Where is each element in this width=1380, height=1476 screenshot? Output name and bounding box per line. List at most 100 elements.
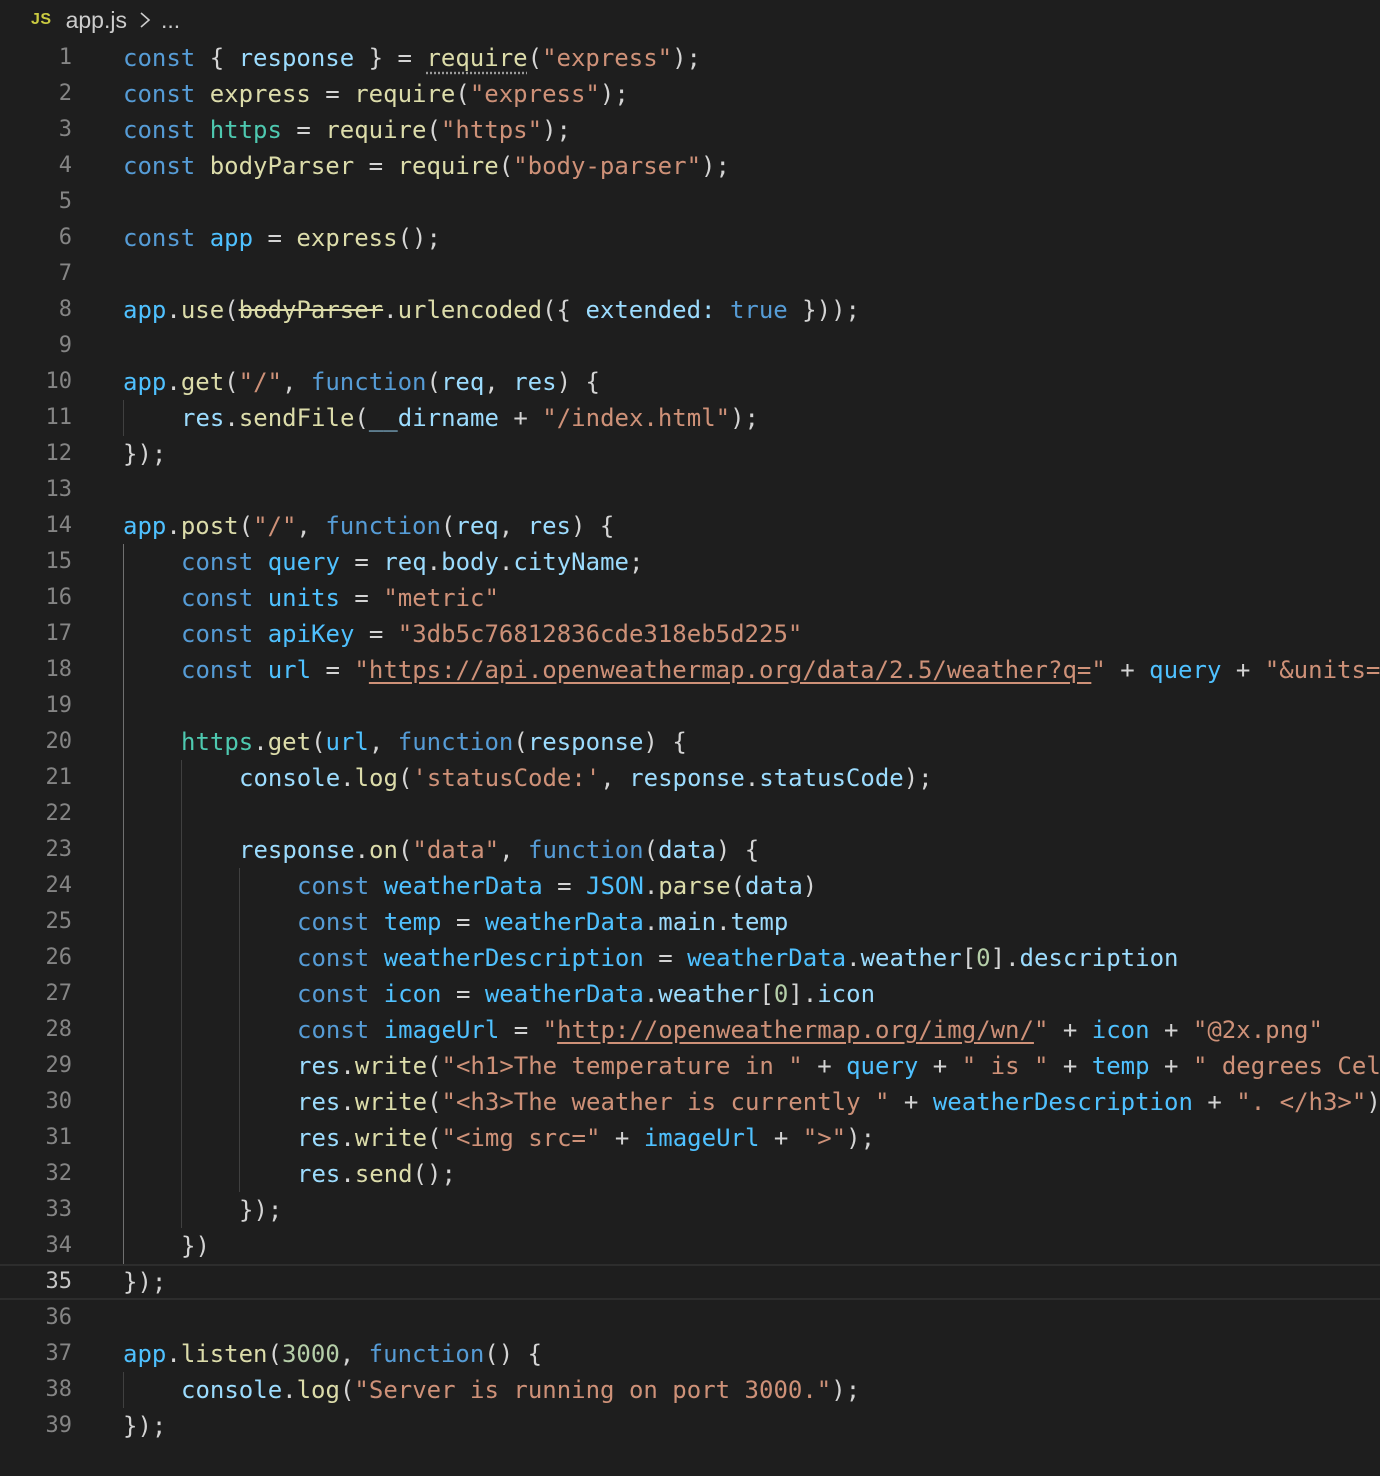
code-line[interactable]: 19 xyxy=(0,688,1380,724)
code-line[interactable]: 22 xyxy=(0,796,1380,832)
code-line[interactable]: 20 https.get(url, function(response) { xyxy=(0,724,1380,760)
code-token: units xyxy=(267,584,340,612)
line-number: 31 xyxy=(45,1125,73,1150)
code-content: const bodyParser = require("body-parser"… xyxy=(123,148,730,184)
code-token: . xyxy=(643,980,659,1008)
code-line[interactable]: 5 xyxy=(0,184,1380,220)
code-line[interactable]: 11 res.sendFile(__dirname + "/index.html"… xyxy=(0,400,1380,436)
code-line[interactable]: 14 app.post("/", function(req, res) { xyxy=(0,508,1380,544)
code-line[interactable]: 25 const temp = weatherData.main.temp xyxy=(0,904,1380,940)
code-token: , xyxy=(484,368,514,396)
code-token: query xyxy=(267,548,340,576)
code-token: "express" xyxy=(469,80,600,108)
code-token: on xyxy=(369,836,398,864)
code-line[interactable]: 16 const units = "metric" xyxy=(0,580,1380,616)
code-line[interactable]: 33}); xyxy=(0,1192,1380,1228)
code-line[interactable]: 23 response.on("data", function(data) { xyxy=(0,832,1380,868)
line-number: 28 xyxy=(45,1017,73,1042)
chevron-right-icon xyxy=(140,12,151,28)
code-line[interactable]: 2 const express = require("express"); xyxy=(0,76,1380,112)
code-line[interactable]: 15 const query = req.body.cityName; xyxy=(0,544,1380,580)
code-line[interactable]: 4 const bodyParser = require("body-parser… xyxy=(0,148,1380,184)
code-token: req xyxy=(383,548,427,576)
code-line[interactable]: 32 res.send(); xyxy=(0,1156,1380,1192)
code-line[interactable]: 30 res.write("<h3>The weather is currentl… xyxy=(0,1084,1380,1120)
code-line[interactable]: 1 const { response } = require("express")… xyxy=(0,40,1380,76)
code-token: . xyxy=(340,1052,355,1080)
code-token: . xyxy=(340,764,355,792)
code-line[interactable]: 9 xyxy=(0,328,1380,364)
indent-guide xyxy=(239,940,240,976)
indent-guide xyxy=(181,1048,182,1084)
code-token: . xyxy=(716,908,731,936)
code-line[interactable]: 35}); xyxy=(0,1264,1380,1300)
code-token: })); xyxy=(787,296,860,324)
line-number: 12 xyxy=(45,441,73,466)
code-token: const xyxy=(123,80,210,108)
breadcrumb-more[interactable]: ... xyxy=(161,7,180,34)
code-token: = xyxy=(643,944,688,972)
code-token: function xyxy=(528,836,644,864)
code-token: , xyxy=(368,728,398,756)
code-line[interactable]: 24 const weatherData = JSON.parse(data) xyxy=(0,868,1380,904)
code-line[interactable]: 27 const icon = weatherData.weather[0].ic… xyxy=(0,976,1380,1012)
indent-guide xyxy=(123,1192,124,1228)
code-content: const icon = weatherData.weather[0].icon xyxy=(297,976,875,1012)
code-line[interactable]: 26 const weatherDescription = weatherData… xyxy=(0,940,1380,976)
code-editor[interactable]: JS app.js ... 1 const { response } = requ… xyxy=(0,0,1380,1476)
code-area[interactable]: 1 const { response } = require("express")… xyxy=(0,40,1380,1444)
code-token: weatherDescription xyxy=(932,1088,1193,1116)
code-token: res xyxy=(527,512,571,540)
code-line[interactable]: 31 res.write("<img src=" + imageUrl + ">"… xyxy=(0,1120,1380,1156)
code-line[interactable]: 3 const https = require("https"); xyxy=(0,112,1380,148)
code-line[interactable]: 29 res.write("<h1>The temperature in " + … xyxy=(0,1048,1380,1084)
code-token: url xyxy=(267,656,312,684)
code-token: = xyxy=(441,980,485,1008)
code-token: = xyxy=(542,872,587,900)
code-line[interactable]: 38 console.log("Server is running on port… xyxy=(0,1372,1380,1408)
code-token: ( xyxy=(426,368,441,396)
indent-guide xyxy=(123,1012,124,1048)
code-token: { xyxy=(209,44,239,72)
code-line[interactable]: 21 console.log('statusCode:', response.st… xyxy=(0,760,1380,796)
code-token: . xyxy=(166,1340,181,1368)
code-token: "<h1>The temperature in " xyxy=(441,1052,803,1080)
line-number: 27 xyxy=(45,981,73,1006)
code-token: ) { xyxy=(715,836,760,864)
code-token: weatherData xyxy=(383,872,543,900)
code-line[interactable]: 34}) xyxy=(0,1228,1380,1264)
code-line[interactable]: 17 const apiKey = "3db5c76812836cde318eb5… xyxy=(0,616,1380,652)
code-token: weather xyxy=(658,980,760,1008)
code-line[interactable]: 28 const imageUrl = "http://openweatherma… xyxy=(0,1012,1380,1048)
code-token: response xyxy=(629,764,745,792)
code-line[interactable]: 37 app.listen(3000, function() { xyxy=(0,1336,1380,1372)
code-token: app xyxy=(123,1340,167,1368)
code-token: app xyxy=(123,296,167,324)
code-token: ) xyxy=(1366,1088,1380,1116)
code-token: . xyxy=(383,296,398,324)
indent-guide xyxy=(181,1192,182,1228)
code-line[interactable]: 18 const url = "https://api.openweatherma… xyxy=(0,652,1380,688)
line-number: 20 xyxy=(45,729,73,754)
line-number: 29 xyxy=(45,1053,73,1078)
line-number: 22 xyxy=(45,801,73,826)
indent-guide xyxy=(123,1084,124,1120)
code-line[interactable]: 12}); xyxy=(0,436,1380,472)
code-token: ( xyxy=(527,44,543,72)
code-line[interactable]: 39}); xyxy=(0,1408,1380,1444)
code-line[interactable]: 6 const app = express(); xyxy=(0,220,1380,256)
code-token: query xyxy=(1149,656,1222,684)
code-token: body xyxy=(441,548,499,576)
breadcrumb-file[interactable]: app.js xyxy=(66,7,127,34)
code-token: const xyxy=(123,44,210,72)
code-line[interactable]: 10 app.get("/", function(req, res) { xyxy=(0,364,1380,400)
code-token: temp xyxy=(1091,1052,1150,1080)
code-line[interactable]: 13 xyxy=(0,472,1380,508)
code-token: const xyxy=(297,944,384,972)
code-token: "@2x.png" xyxy=(1192,1016,1323,1044)
code-line[interactable]: 7 xyxy=(0,256,1380,292)
code-token: https xyxy=(209,116,282,144)
code-line[interactable]: 8 app.use(bodyParser.urlencoded({ extende… xyxy=(0,292,1380,328)
code-line[interactable]: 36 xyxy=(0,1300,1380,1336)
code-token: imageUrl xyxy=(383,1016,500,1044)
